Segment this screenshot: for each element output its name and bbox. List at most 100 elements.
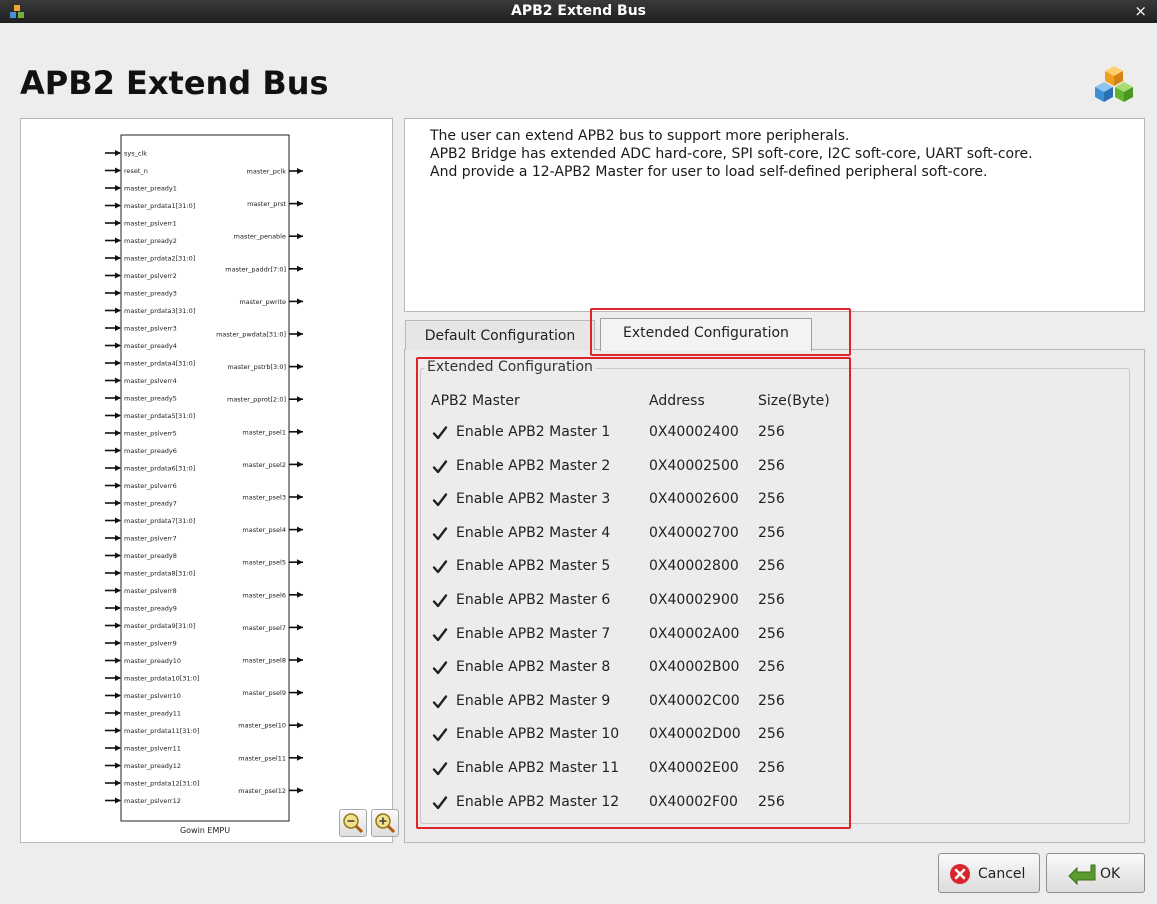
master-enable-label[interactable]: Enable APB2 Master 9 — [456, 693, 610, 709]
checkbox-icon[interactable] — [431, 659, 449, 677]
master-enable-label[interactable]: Enable APB2 Master 8 — [456, 659, 610, 675]
master-address: 0X40002400 — [649, 424, 739, 440]
left-pin-label: master_pready4 — [124, 342, 177, 350]
left-pin-label: master_prdata8[31:0] — [124, 570, 195, 578]
left-pin-label: master_pslverr5 — [124, 430, 177, 438]
left-pin: master_pready2 — [105, 237, 177, 245]
right-pin-label: master_psel7 — [242, 624, 286, 632]
master-row: Enable APB2 Master 10 0X40002D00 256 — [431, 723, 831, 747]
left-pin: master_pslverr11 — [105, 745, 181, 753]
left-pin: reset_n — [105, 167, 148, 175]
left-pin-label: master_pslverr12 — [124, 797, 181, 805]
right-pin-label: master_penable — [234, 233, 286, 241]
left-pin: master_pslverr6 — [105, 482, 177, 490]
left-pin-label: master_prdata7[31:0] — [124, 517, 195, 525]
master-enable-label[interactable]: Enable APB2 Master 11 — [456, 760, 619, 776]
left-pin: master_prdata10[31:0] — [105, 675, 199, 683]
left-pin: master_pready10 — [105, 657, 181, 665]
checkbox-icon[interactable] — [431, 558, 449, 576]
close-icon[interactable]: × — [1134, 2, 1147, 20]
checkbox-icon[interactable] — [431, 525, 449, 543]
master-enable-label[interactable]: Enable APB2 Master 10 — [456, 726, 619, 742]
tab-extended-configuration[interactable]: Extended Configuration — [600, 318, 812, 351]
left-pin-label: master_prdata6[31:0] — [124, 465, 195, 473]
left-pin: master_prdata5[31:0] — [105, 412, 195, 420]
master-row: Enable APB2 Master 12 0X40002F00 256 — [431, 791, 831, 815]
checkbox-icon[interactable] — [431, 491, 449, 509]
left-pin: master_pslverr9 — [105, 640, 177, 648]
left-pin: master_pready4 — [105, 342, 177, 350]
left-pin: master_pready6 — [105, 447, 177, 455]
master-enable-label[interactable]: Enable APB2 Master 1 — [456, 424, 610, 440]
master-address: 0X40002700 — [649, 524, 739, 541]
ok-button[interactable]: OK — [1046, 853, 1145, 893]
left-pin: master_pready12 — [105, 762, 181, 770]
left-pin-label: sys_clk — [124, 150, 147, 158]
left-pin-label: master_prdata4[31:0] — [124, 360, 195, 368]
master-size: 256 — [758, 760, 785, 776]
right-pin-label: master_psel11 — [238, 754, 286, 762]
block-diagram-panel: sys_clk reset_n master_pready1 master_prdat… — [20, 118, 399, 843]
right-pin: master_psel10 — [238, 722, 303, 730]
checkbox-icon[interactable] — [431, 592, 449, 610]
master-row: Enable APB2 Master 5 0X40002800 256 — [431, 555, 831, 579]
left-pin: master_prdata11[31:0] — [105, 727, 199, 735]
right-pin-label: master_psel3 — [242, 494, 286, 502]
right-pin-label: master_psel1 — [242, 428, 286, 436]
master-row: Enable APB2 Master 11 0X40002E00 256 — [431, 757, 831, 781]
left-pin-label: master_pslverr9 — [124, 640, 177, 648]
master-size: 256 — [758, 726, 785, 743]
right-pin: master_psel9 — [242, 689, 303, 697]
left-pin: master_pready9 — [105, 605, 177, 613]
master-size: 256 — [758, 491, 785, 508]
master-enable-label[interactable]: Enable APB2 Master 5 — [456, 558, 610, 574]
checkbox-icon[interactable] — [431, 458, 449, 476]
left-pin: master_prdata9[31:0] — [105, 622, 195, 630]
left-pin-label: master_prdata1[31:0] — [124, 202, 195, 210]
ok-arrow-icon — [1068, 864, 1096, 885]
checkbox-icon[interactable] — [431, 760, 449, 778]
checkbox-icon[interactable] — [431, 794, 449, 812]
master-enable-label[interactable]: Enable APB2 Master 6 — [456, 592, 610, 608]
checkbox-icon[interactable] — [431, 693, 449, 711]
left-pin: master_pslverr1 — [105, 220, 177, 228]
cancel-button[interactable]: Cancel — [938, 853, 1040, 893]
right-pin: master_psel7 — [242, 624, 303, 632]
right-pin: master_psel6 — [242, 591, 303, 599]
left-pin: master_prdata3[31:0] — [105, 307, 195, 315]
page-title: APB2 Extend Bus — [20, 64, 329, 102]
left-pin-label: master_pready11 — [124, 710, 181, 718]
checkbox-icon[interactable] — [431, 626, 449, 644]
window-title: APB2 Extend Bus — [511, 3, 646, 19]
left-pin-label: master_pready10 — [124, 657, 181, 665]
zoom-in-button[interactable] — [371, 809, 399, 837]
left-pin-label: reset_n — [124, 167, 148, 175]
left-pin: master_prdata7[31:0] — [105, 517, 195, 525]
left-pin: master_pslverr3 — [105, 325, 177, 333]
master-enable-label[interactable]: Enable APB2 Master 12 — [456, 794, 619, 810]
block-diagram: sys_clk reset_n master_pready1 master_prdat… — [105, 134, 303, 835]
master-enable-label[interactable]: Enable APB2 Master 2 — [456, 458, 610, 474]
ok-label: OK — [1100, 866, 1121, 882]
right-pin: master_prst — [247, 200, 303, 208]
master-enable-label[interactable]: Enable APB2 Master 7 — [456, 626, 610, 642]
left-pin-label: master_pready7 — [124, 500, 177, 508]
left-pin: master_pready7 — [105, 500, 177, 508]
master-enable-label[interactable]: Enable APB2 Master 3 — [456, 491, 610, 507]
master-address: 0X40002600 — [649, 491, 739, 508]
checkbox-icon[interactable] — [431, 424, 449, 442]
left-pin-label: master_pslverr11 — [124, 745, 181, 753]
master-row: Enable APB2 Master 2 0X40002500 256 — [431, 455, 831, 479]
zoom-out-button[interactable] — [339, 809, 367, 837]
left-pin: master_pslverr8 — [105, 587, 177, 595]
checkbox-icon[interactable] — [431, 726, 449, 744]
tab-default-configuration[interactable]: Default Configuration — [405, 320, 595, 350]
zoom-out-icon — [343, 813, 364, 834]
left-pin-label: master_pready1 — [124, 185, 177, 193]
master-size: 256 — [758, 424, 785, 440]
right-pin-label: master_pwdata[31:0] — [216, 331, 286, 339]
master-enable-label[interactable]: Enable APB2 Master 4 — [456, 525, 610, 541]
left-pin-label: master_prdata3[31:0] — [124, 307, 195, 315]
left-pin: sys_clk — [105, 150, 147, 158]
window-titlebar: APB2 Extend Bus × — [0, 0, 1157, 23]
